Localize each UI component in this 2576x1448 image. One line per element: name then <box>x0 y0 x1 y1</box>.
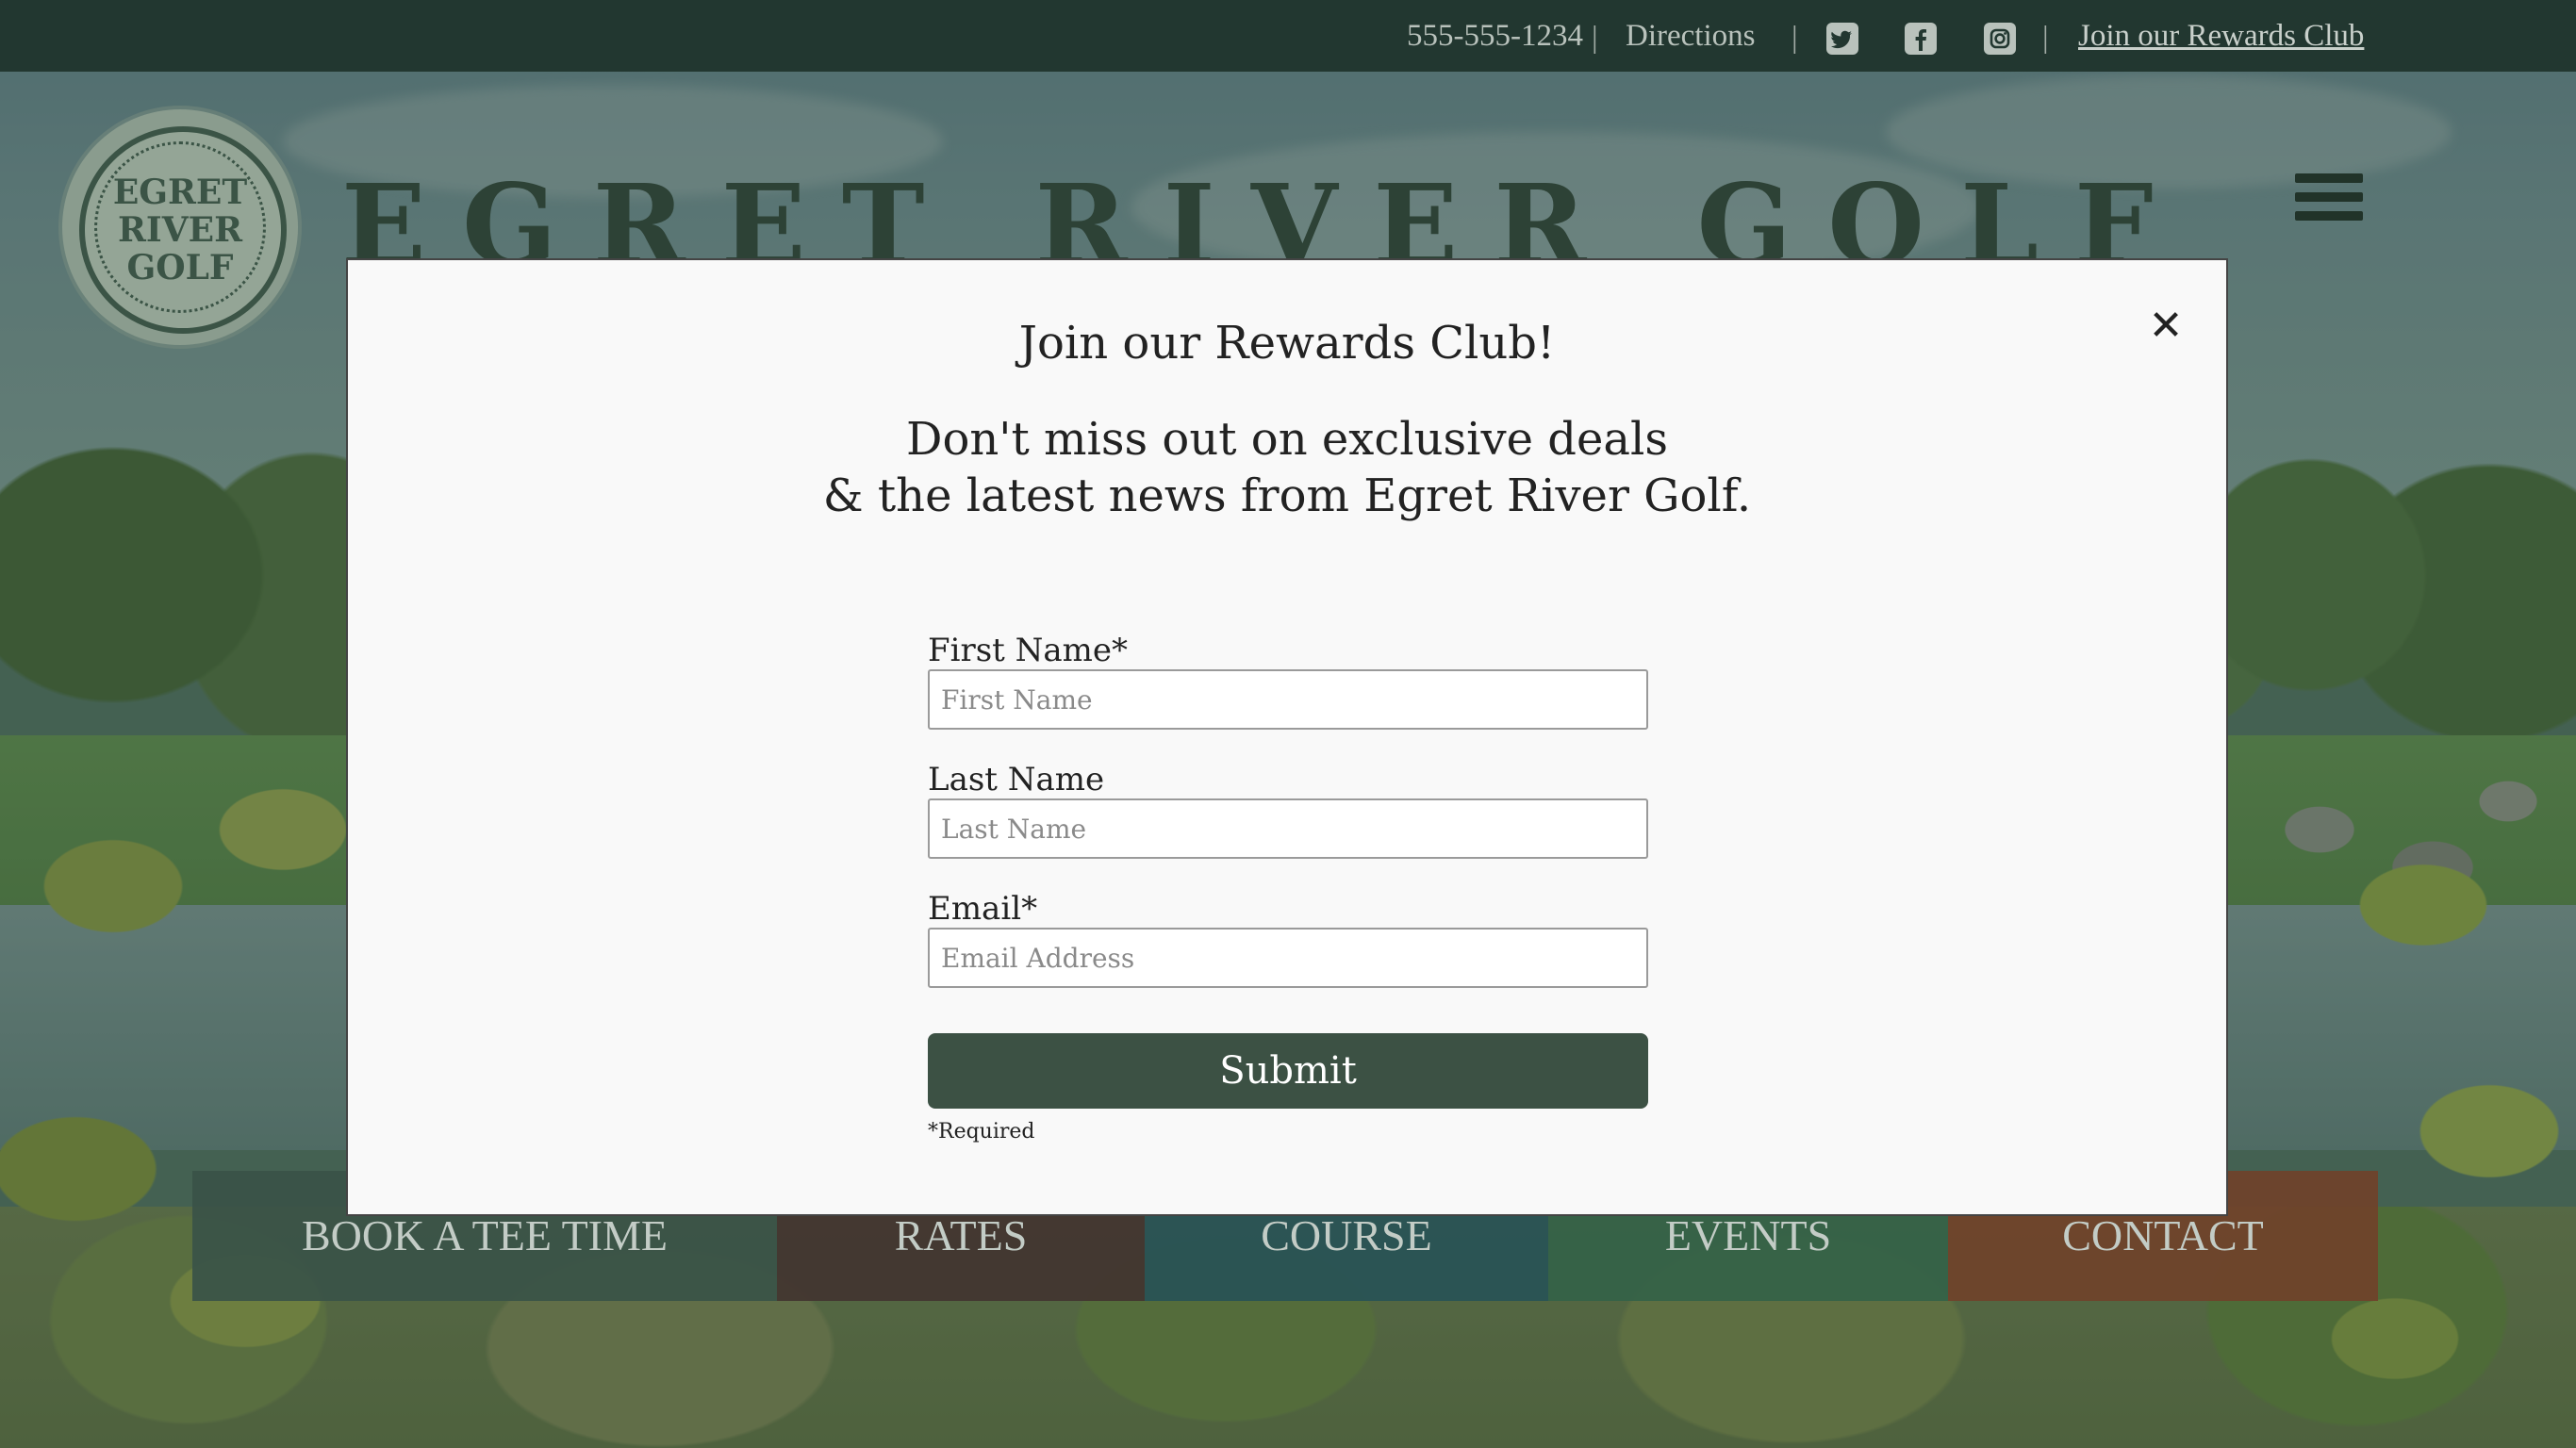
twitter-icon[interactable] <box>1826 23 1858 55</box>
separator: | <box>2042 21 2049 55</box>
modal-subtitle-line: & the latest news from Egret River Golf. <box>822 469 1752 522</box>
top-bar: 555-555-1234 | Directions | | Join our R… <box>0 0 2576 72</box>
submit-button[interactable]: Submit <box>928 1033 1648 1109</box>
modal-title: Join our Rewards Club! <box>1018 317 1556 370</box>
facebook-icon[interactable] <box>1905 23 1937 55</box>
email-input[interactable] <box>928 928 1648 988</box>
email-label: Email* <box>928 890 1038 928</box>
separator: | <box>1592 21 1598 55</box>
last-name-input[interactable] <box>928 798 1648 859</box>
last-name-field: Last Name <box>928 761 1648 859</box>
separator: | <box>1792 21 1798 55</box>
last-name-label: Last Name <box>928 761 1105 798</box>
modal-subtitle: Don't miss out on exclusive deals & the … <box>348 411 2226 524</box>
logo-wordmark: EGRET RIVER GOLF <box>62 173 298 287</box>
rewards-signup-modal: ✕ Join our Rewards Club! Don't miss out … <box>346 258 2228 1216</box>
rewards-club-link[interactable]: Join our Rewards Club <box>2078 21 2364 52</box>
required-note: *Required <box>928 1120 1035 1144</box>
logo-line: GOLF <box>126 248 234 288</box>
first-name-input[interactable] <box>928 669 1648 730</box>
signup-form: First Name* Last Name Email* Submit *Req… <box>928 632 1648 1144</box>
phone-link[interactable]: 555-555-1234 <box>1407 21 1583 52</box>
modal-subtitle-line: Don't miss out on exclusive deals <box>906 413 1668 466</box>
logo[interactable]: EGRET RIVER GOLF <box>62 109 298 345</box>
logo-line: RIVER <box>117 210 243 250</box>
email-field: Email* <box>928 890 1648 988</box>
directions-link[interactable]: Directions <box>1626 21 1755 52</box>
first-name-field: First Name* <box>928 632 1648 730</box>
instagram-icon[interactable] <box>1984 23 2016 55</box>
first-name-label: First Name* <box>928 632 1129 669</box>
hamburger-menu-icon[interactable] <box>2295 173 2363 222</box>
logo-line: EGRET <box>112 173 248 212</box>
